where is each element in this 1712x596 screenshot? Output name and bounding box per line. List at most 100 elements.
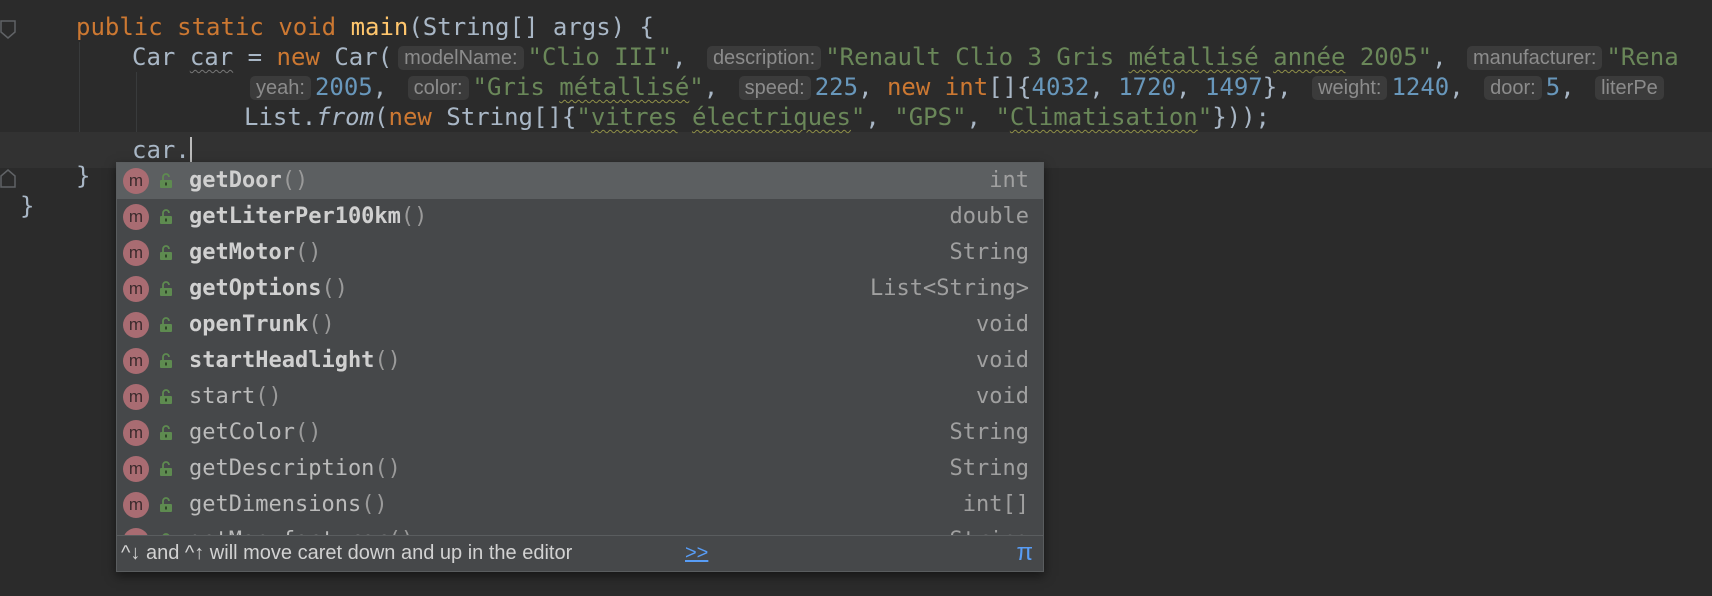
code-line[interactable]: List.from(new String[]{"vitres électriqu… [244,102,1270,132]
completion-item-type: String [949,456,1029,481]
completion-item-type: String [949,420,1029,445]
variable-name: car [189,43,234,71]
completion-item[interactable]: m getOptions() List<String> [117,271,1043,307]
completion-item-parens: () [294,240,322,265]
public-access-icon [159,173,173,189]
public-access-icon [159,209,173,225]
string-part: " [689,73,704,101]
method-icon: m [123,384,149,410]
public-access-icon [159,389,173,405]
completion-item[interactable]: m getDoor() int [117,163,1043,199]
parameter-hint: yeah: [250,76,311,100]
spelling-word: vitres [590,103,678,131]
spelling-word: métallisé [559,73,690,101]
code-text: car. [132,136,190,164]
code-line[interactable]: Car car = new Car(modelName: "Clio III", … [132,42,1679,72]
completion-item[interactable]: m startHeadlight() void [117,343,1043,379]
completion-list[interactable]: m getDoor() int m getLiterPer100km() double m g… [117,163,1043,535]
code-text: })); [1212,103,1270,131]
parameter-hint: weight: [1312,76,1388,100]
number-literal: 2005 [314,73,373,101]
parameter-hint: color: [407,76,469,100]
completion-item-parens: () [255,384,282,409]
string-part: " [576,103,591,131]
text-caret [189,137,192,163]
completion-item-parens: () [281,168,309,193]
completion-item-signature: getOptions() [189,271,348,307]
spelling-word: année [1273,43,1346,71]
completion-item[interactable]: m start() void [117,379,1043,415]
static-method: from [316,103,375,131]
code-text: }, [1262,73,1292,101]
completion-item-type: int [989,168,1029,193]
completion-item-signature: startHeadlight() [189,343,401,379]
completion-item-type: List<String> [870,276,1029,301]
string-part: 2005" [1345,43,1433,71]
code-line[interactable]: public static void main(String[] args) { [76,12,654,42]
method-icon: m [123,168,149,194]
keyword: static [177,13,264,41]
completion-status-bar: ^↓ and ^↑ will move caret down and up in… [117,535,1043,571]
method-icon: m [123,492,149,518]
completion-item-type: void [976,384,1029,409]
completion-item-type: double [949,204,1029,229]
completion-popup[interactable]: m getDoor() int m getLiterPer100km() double m g… [116,162,1044,572]
number-literal: 5 [1545,73,1561,101]
completion-item-name: start [189,384,256,409]
completion-item[interactable]: m getColor() String [117,415,1043,451]
keyword: void [278,13,337,41]
public-access-icon [159,497,173,513]
completion-item-name: getMotor [189,240,295,265]
keyword: new [276,43,320,71]
completion-item-signature: getColor() [189,415,321,451]
code-line[interactable]: } [20,191,34,221]
completion-item-type: String [950,523,1029,535]
completion-item[interactable]: m getDimensions() int[] [117,487,1043,523]
method-icon: m [123,348,149,374]
public-access-icon [159,353,173,369]
completion-item-type: String [949,240,1029,265]
completion-item[interactable]: m getDescription() String [117,451,1043,487]
parameter-hint: description: [706,46,822,70]
number-literal: 1720 [1118,73,1177,101]
code-text: String[]{ [431,103,577,131]
string-part: " [1197,103,1213,131]
completion-item-name: getOptions [189,276,322,301]
string-literal: "vitres électriques" [576,103,865,131]
completion-item[interactable]: m getMotor() String [117,235,1043,271]
method-icon: m [123,312,149,338]
code-line[interactable]: } [76,161,90,191]
keyword: new [886,73,931,101]
code-text: []{ [988,73,1032,101]
string-literal: "Renault Clio 3 Gris métallisé année 200… [825,43,1432,71]
public-access-icon [159,281,173,297]
completion-item[interactable]: m openTrunk() void [117,307,1043,343]
code-text: Car [132,43,176,71]
completion-item[interactable]: m getLiterPer100km() double [117,199,1043,235]
keyword: public [76,13,163,41]
completion-item-parens: () [321,276,348,301]
fold-icon[interactable] [0,168,16,188]
spelling-word: électriques [691,103,851,131]
completion-item-type: void [976,348,1029,373]
pi-icon[interactable]: π [1016,536,1033,570]
method-icon: m [123,528,149,535]
code-text: } [76,162,91,190]
string-literal: "Gris métallisé" [473,73,704,101]
completion-item-type: void [976,312,1029,337]
fold-icon[interactable] [0,20,16,40]
more-options-link[interactable]: >> [685,536,708,570]
code-line[interactable]: car. [132,135,192,165]
completion-item-type: int[] [962,492,1029,517]
completion-item-parens: () [374,348,401,373]
keyword: int [944,73,989,101]
completion-item-parens: () [294,420,322,445]
string-part: " [995,103,1010,131]
completion-item-parens: () [361,492,388,517]
completion-item-name: getDimensions [189,492,362,517]
completion-item[interactable]: m getManufacturer() String [117,523,1043,535]
code-text: = [247,43,263,71]
keyword: new [388,103,432,131]
parameter-hint: modelName: [398,46,524,70]
code-line[interactable]: yeah: 2005, color: "Gris métallisé", speed… [244,72,1668,102]
